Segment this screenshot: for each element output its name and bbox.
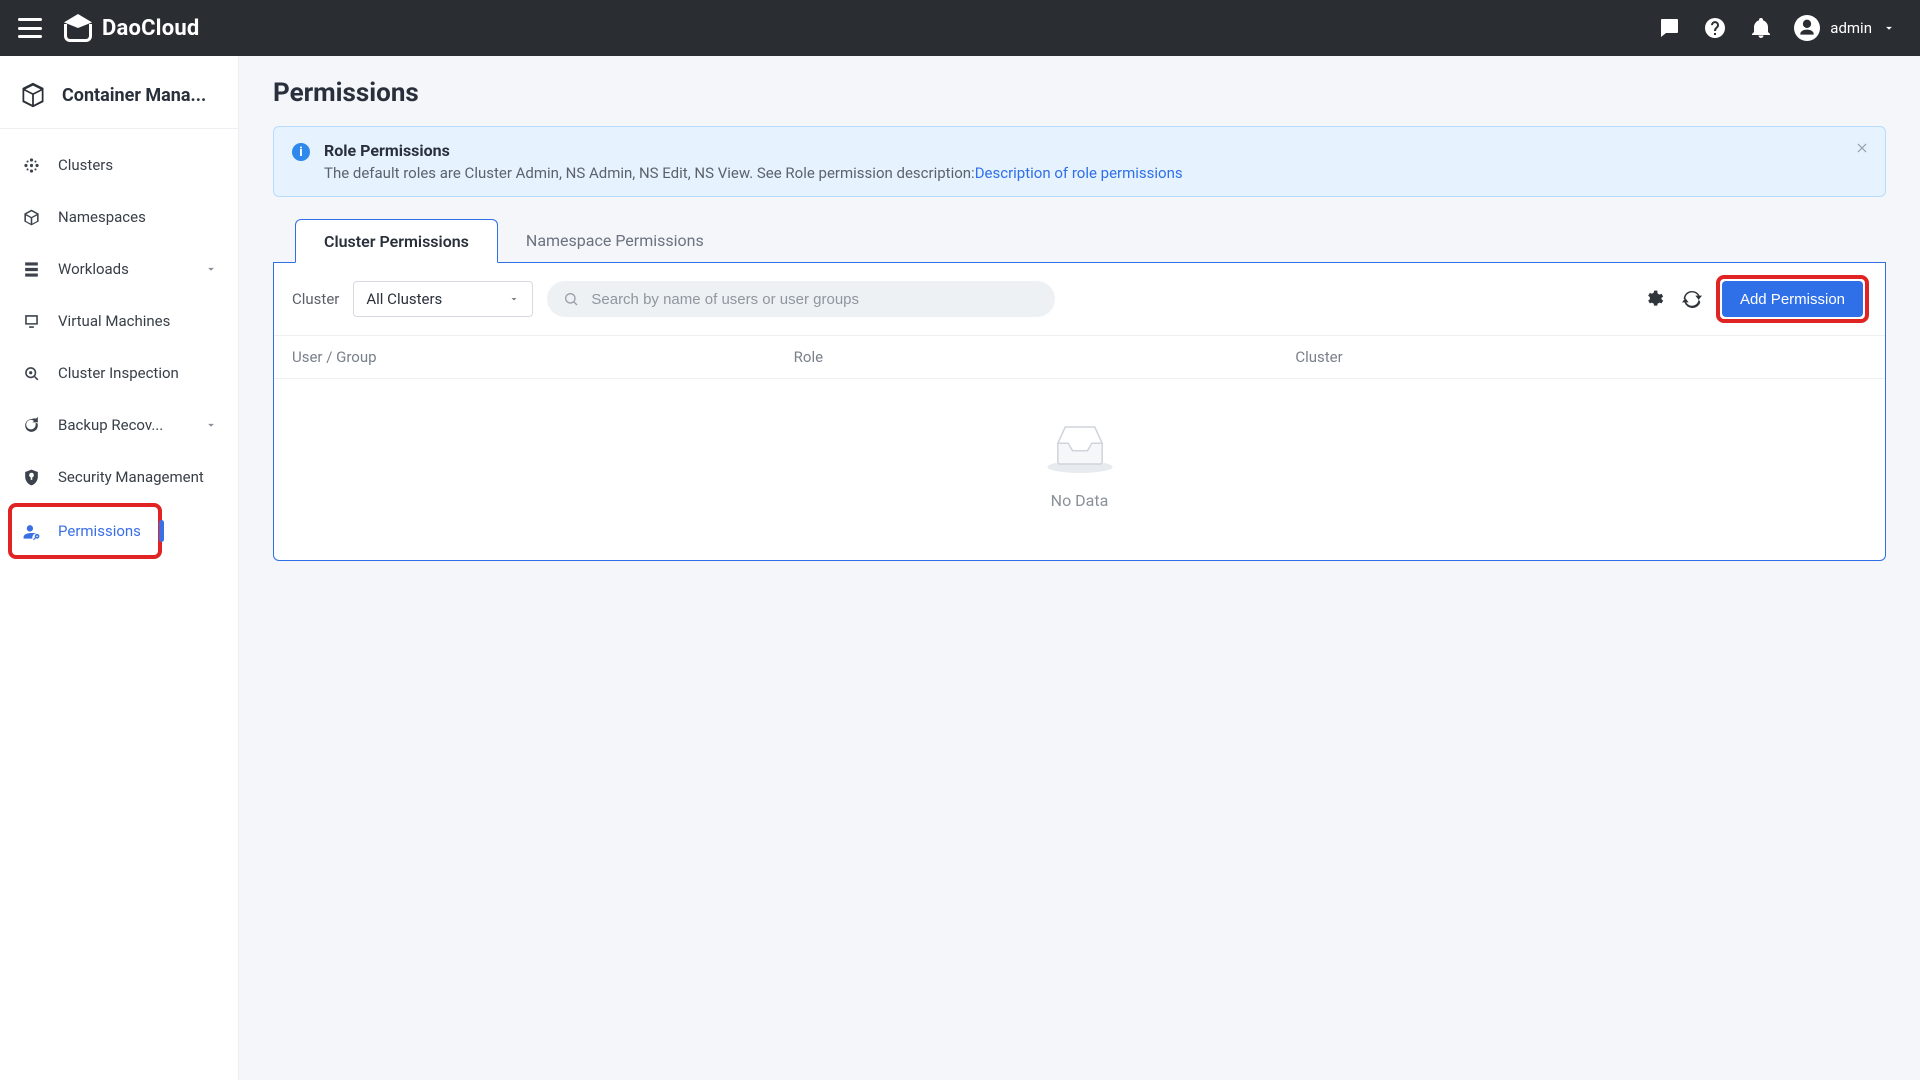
col-user-group: User / Group: [292, 348, 794, 366]
col-role: Role: [794, 348, 1296, 366]
sidebar-item-namespaces[interactable]: Namespaces: [10, 191, 228, 243]
namespaces-icon: [20, 206, 42, 228]
sidebar-item-cluster-inspection[interactable]: Cluster Inspection: [10, 347, 228, 399]
brand-name: DaoCloud: [102, 16, 199, 41]
cluster-filter-label: Cluster: [292, 290, 339, 308]
sidebar-item-label: Workloads: [58, 260, 188, 278]
sidebar-item-permissions[interactable]: Permissions: [10, 505, 160, 557]
sidebar-nav: Clusters Namespaces Workloads: [0, 139, 238, 557]
refresh-button[interactable]: [1680, 287, 1704, 311]
alert-desc-link[interactable]: Description of role permissions: [975, 164, 1183, 182]
empty-text: No Data: [1051, 491, 1109, 510]
col-cluster: Cluster: [1295, 348, 1797, 366]
alert-close-button[interactable]: [1851, 137, 1873, 159]
sidebar-item-label: Cluster Inspection: [58, 364, 218, 382]
alert-description: The default roles are Cluster Admin, NS …: [324, 164, 1867, 182]
chevron-down-icon: [508, 293, 520, 305]
info-icon: i: [292, 143, 310, 161]
table-header: User / Group Role Cluster: [274, 336, 1885, 379]
alert-body: Role Permissions The default roles are C…: [324, 141, 1867, 182]
brand-logo[interactable]: DaoCloud: [64, 14, 199, 42]
add-permission-button[interactable]: Add Permission: [1722, 281, 1863, 317]
chevron-down-icon: [204, 418, 218, 432]
tab-namespace-permissions[interactable]: Namespace Permissions: [498, 219, 732, 262]
col-actions: [1797, 348, 1867, 366]
sidebar-item-label: Namespaces: [58, 208, 218, 226]
sidebar-item-virtual-machines[interactable]: Virtual Machines: [10, 295, 228, 347]
role-permissions-alert: i Role Permissions The default roles are…: [273, 126, 1886, 197]
cluster-select[interactable]: All Clusters: [353, 281, 533, 317]
empty-tray-icon: [1043, 419, 1117, 475]
notifications-icon[interactable]: [1748, 15, 1774, 41]
permission-tabs: Cluster Permissions Namespace Permission…: [273, 219, 1886, 263]
search-box[interactable]: [547, 281, 1055, 317]
chevron-down-icon: [1882, 21, 1896, 35]
chevron-down-icon: [204, 262, 218, 276]
inspection-icon: [20, 362, 42, 384]
clusters-icon: [20, 154, 42, 176]
top-bar-left: DaoCloud: [18, 14, 199, 42]
add-permission-highlight: Add Permission: [1718, 277, 1867, 321]
avatar-icon: [1794, 15, 1820, 41]
refresh-icon: [1682, 289, 1702, 309]
gear-icon: [1644, 289, 1664, 309]
sidebar-item-backup-recovery[interactable]: Backup Recov...: [10, 399, 228, 451]
cluster-select-value: All Clusters: [366, 290, 442, 308]
user-menu[interactable]: admin: [1794, 15, 1896, 41]
module-header[interactable]: Container Mana...: [0, 74, 238, 129]
messages-icon[interactable]: [1656, 15, 1682, 41]
workloads-icon: [20, 258, 42, 280]
close-icon: [1855, 141, 1869, 155]
empty-state: No Data: [274, 379, 1885, 560]
sidebar-item-label: Virtual Machines: [58, 312, 218, 330]
main-content: Permissions i Role Permissions The defau…: [239, 56, 1920, 1080]
top-bar-right: admin: [1656, 15, 1896, 41]
permissions-table: User / Group Role Cluster No Data: [274, 335, 1885, 560]
sidebar: Container Mana... Clusters Namespaces: [0, 56, 239, 1080]
settings-button[interactable]: [1642, 287, 1666, 311]
search-icon: [563, 291, 579, 307]
brand-mark-icon: [64, 14, 92, 42]
sidebar-item-label: Clusters: [58, 156, 218, 174]
sidebar-item-security-management[interactable]: Security Management: [10, 451, 228, 503]
sidebar-item-workloads[interactable]: Workloads: [10, 243, 228, 295]
tab-cluster-permissions[interactable]: Cluster Permissions: [295, 219, 498, 263]
container-module-icon: [18, 80, 48, 110]
permissions-icon: [20, 520, 42, 542]
sidebar-item-label: Permissions: [58, 522, 150, 540]
sidebar-item-clusters[interactable]: Clusters: [10, 139, 228, 191]
sidebar-item-label: Backup Recov...: [58, 416, 188, 434]
menu-toggle-button[interactable]: [18, 18, 42, 38]
toolbar: Cluster All Clusters Add Permission: [274, 263, 1885, 335]
alert-desc-text: The default roles are Cluster Admin, NS …: [324, 164, 975, 182]
sidebar-item-label: Security Management: [58, 468, 218, 486]
vm-icon: [20, 310, 42, 332]
username-label: admin: [1830, 19, 1872, 37]
top-bar: DaoCloud admin: [0, 0, 1920, 56]
security-icon: [20, 466, 42, 488]
module-title: Container Mana...: [62, 85, 206, 106]
permissions-panel: Cluster All Clusters Add Permission: [273, 263, 1886, 561]
backup-icon: [20, 414, 42, 436]
help-icon[interactable]: [1702, 15, 1728, 41]
alert-title: Role Permissions: [324, 141, 1867, 160]
page-title: Permissions: [273, 78, 1886, 108]
search-input[interactable]: [589, 290, 1039, 309]
active-indicator: [159, 520, 164, 542]
